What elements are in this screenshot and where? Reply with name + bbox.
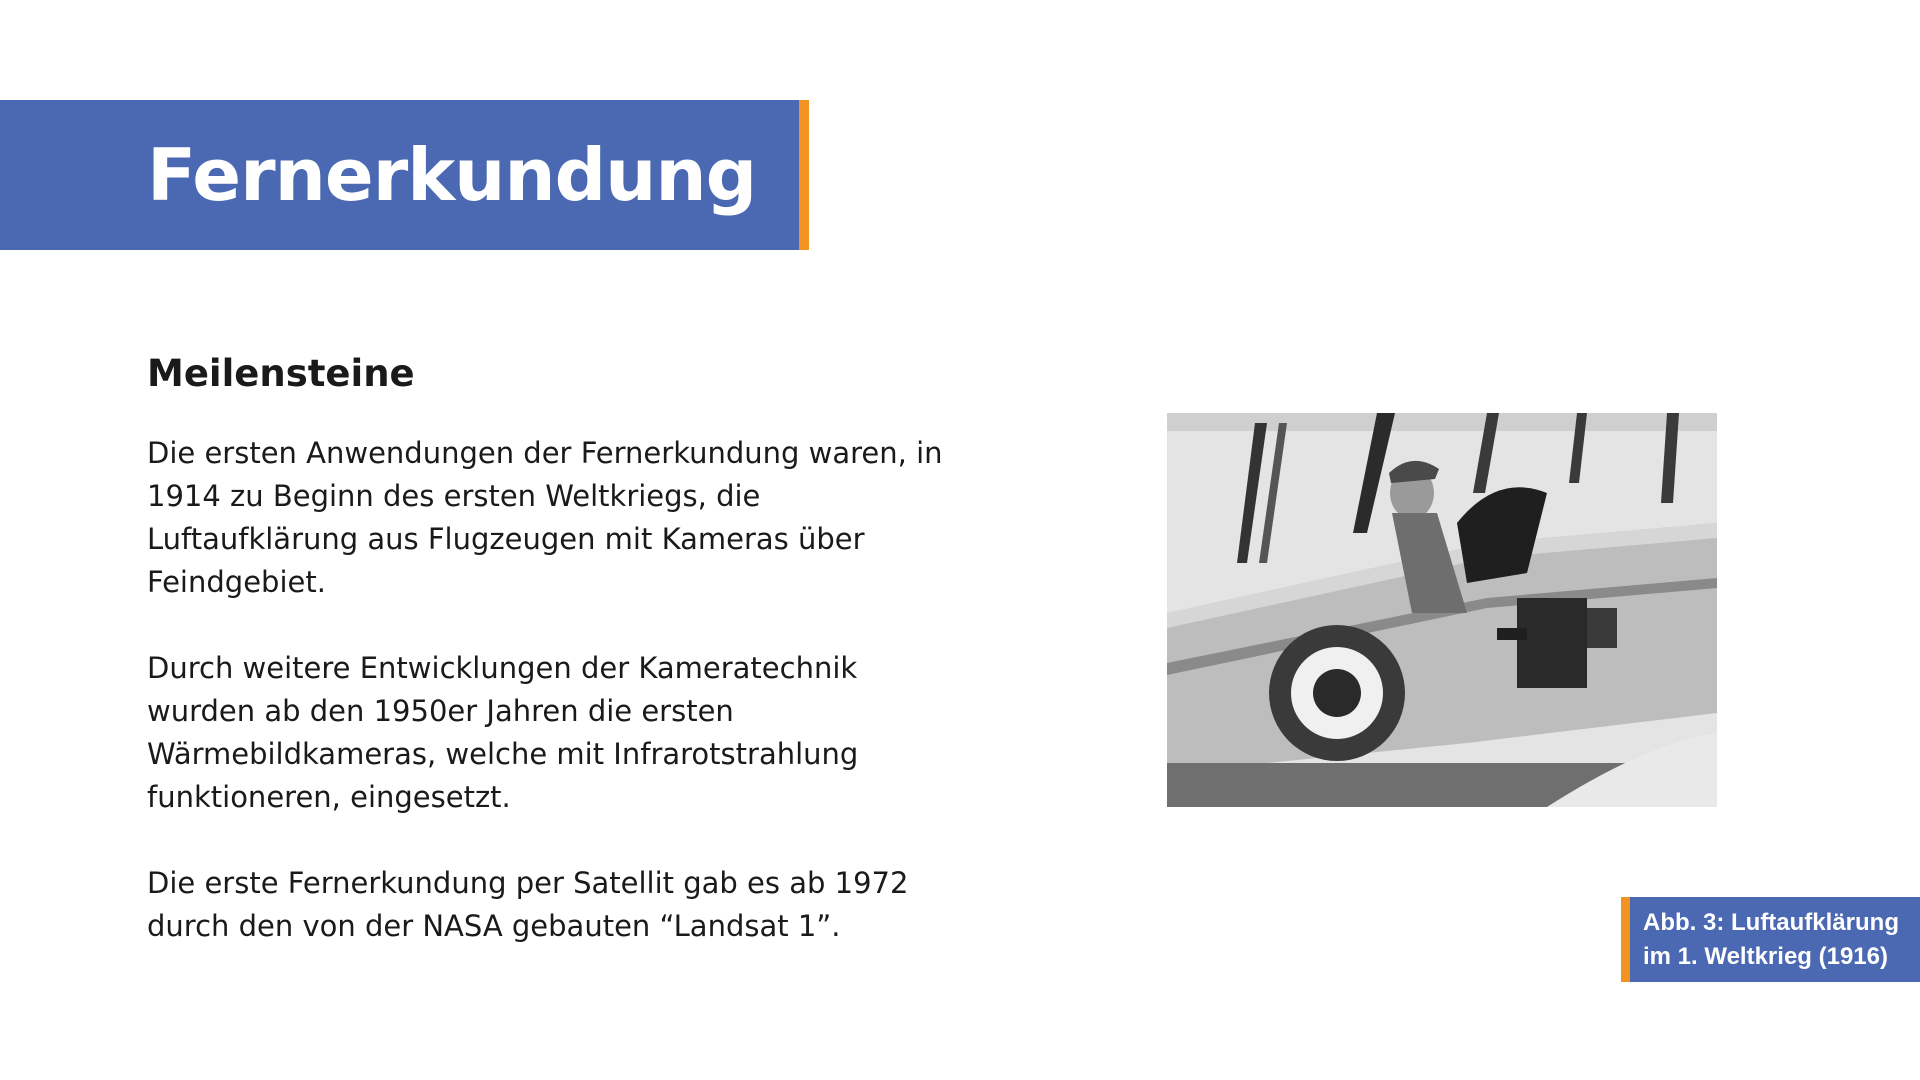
figure-caption: Abb. 3: Luftaufklärung im 1. Weltkrieg (…	[1621, 897, 1920, 982]
paragraph-2: Durch weitere Entwicklungen der Kamerate…	[147, 651, 859, 814]
paragraph-1: Die ersten Anwendungen der Fernerkundung…	[147, 436, 943, 599]
slide: Fernerkundung Meilensteine Die ersten An…	[0, 0, 1920, 1080]
biplane-illustration	[1167, 413, 1717, 807]
aerial-reconnaissance-photo	[1167, 413, 1717, 807]
paragraph-3: Die erste Fernerkundung per Satellit gab…	[147, 866, 909, 943]
page-title: Fernerkundung	[147, 133, 757, 217]
caption-line-1: Abb. 3: Luftaufklärung	[1643, 909, 1899, 936]
section-heading: Meilensteine	[147, 352, 415, 395]
title-banner: Fernerkundung	[0, 100, 809, 250]
caption-line-2: im 1. Weltkrieg (1916)	[1643, 943, 1888, 970]
body-text: Die ersten Anwendungen der Fernerkundung…	[147, 432, 967, 991]
